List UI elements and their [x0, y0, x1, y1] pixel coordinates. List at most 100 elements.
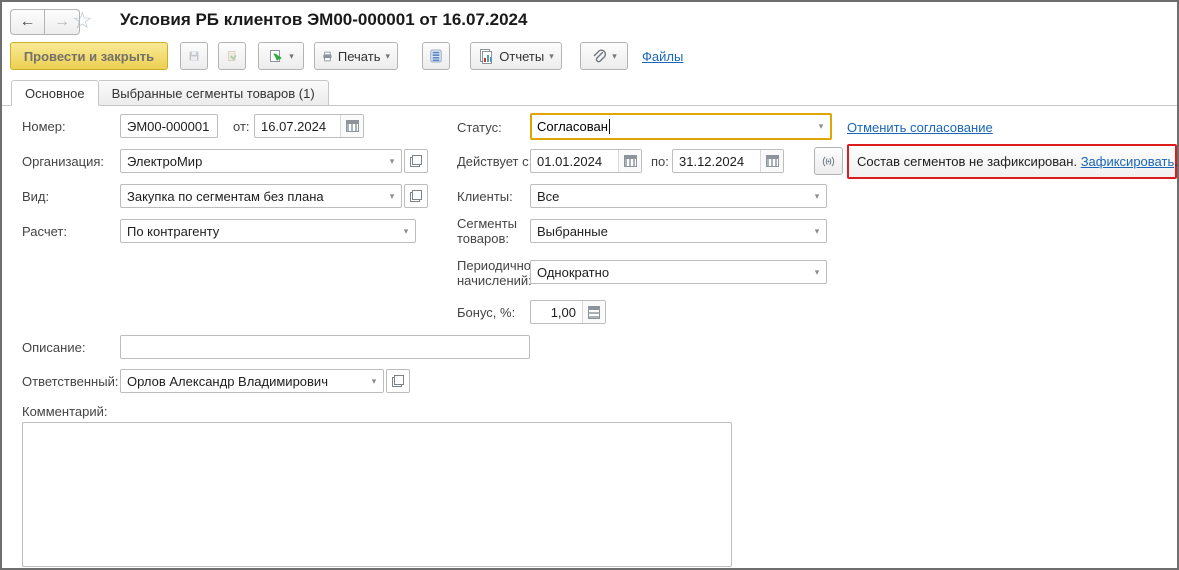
document-window: ← → ☆ Условия РБ клиентов ЭМ00-000001 от…: [0, 0, 1179, 570]
segments-value: Выбранные: [531, 220, 808, 242]
kind-field[interactable]: Закупка по сегментам без плана ▾: [120, 184, 402, 208]
combo-arrow-icon[interactable]: ▾: [383, 185, 401, 207]
calendar-icon: [624, 155, 637, 167]
calendar-icon: [766, 155, 779, 167]
comment-label: Комментарий:: [22, 404, 108, 419]
kind-value: Закупка по сегментам без плана: [121, 185, 383, 207]
post-and-close-button[interactable]: Провести и закрыть: [10, 42, 168, 70]
number-input[interactable]: [120, 114, 218, 138]
paperclip-icon: [591, 48, 607, 64]
tab-bar: Основное Выбранные сегменты товаров (1): [2, 80, 1177, 106]
combo-arrow-icon[interactable]: ▾: [808, 261, 826, 283]
reports-label: Отчеты: [499, 49, 544, 64]
number-label: Номер:: [22, 119, 66, 134]
status-input[interactable]: Согласован ▾: [530, 113, 832, 140]
clients-value: Все: [531, 185, 808, 207]
periodicity-value: Однократно: [531, 261, 808, 283]
forward-icon: →: [54, 13, 70, 31]
combo-arrow-icon[interactable]: ▾: [365, 370, 383, 392]
report-icon: [478, 48, 494, 64]
reports-button[interactable]: Отчеты ▾: [470, 42, 562, 70]
kind-label: Вид:: [22, 189, 49, 204]
tab-selected-segments[interactable]: Выбранные сегменты товаров (1): [99, 80, 329, 106]
valid-from-label: Действует с:: [457, 154, 532, 169]
calculation-field[interactable]: По контрагенту ▾: [120, 219, 416, 243]
dropdown-icon: ▾: [385, 51, 390, 62]
document-date-value: 16.07.2024: [255, 115, 340, 137]
attachments-button[interactable]: ▾: [580, 42, 628, 70]
calendar-button[interactable]: [760, 150, 783, 172]
back-icon: ←: [20, 13, 36, 31]
periodicity-label: Периодичность начислений:: [457, 258, 533, 288]
create-based-on-icon: [268, 48, 284, 64]
valid-to-value: 31.12.2024: [673, 150, 760, 172]
clients-label: Клиенты:: [457, 189, 513, 204]
calendar-button[interactable]: [340, 115, 363, 137]
create-based-on-button[interactable]: ▾: [258, 42, 304, 70]
combo-arrow-icon[interactable]: ▾: [808, 185, 826, 207]
post-document-icon: [226, 48, 238, 64]
period-icon: [822, 154, 835, 169]
calculator-icon: [588, 306, 600, 319]
number-date-label: от:: [233, 119, 250, 134]
cancel-approval-link[interactable]: Отменить согласование: [847, 120, 993, 135]
valid-from-value: 01.01.2024: [531, 150, 618, 172]
open-icon: [410, 190, 422, 202]
fix-notice-text: Состав сегментов не зафиксирован.: [857, 154, 1077, 169]
responsible-value: Орлов Александр Владимирович: [121, 370, 365, 392]
kind-open-button[interactable]: [404, 184, 428, 208]
document-date-field[interactable]: 16.07.2024: [254, 114, 364, 138]
tab-main[interactable]: Основное: [11, 80, 99, 106]
open-icon: [410, 155, 422, 167]
calendar-icon: [346, 120, 359, 132]
printer-icon: [322, 49, 333, 64]
organization-label: Организация:: [22, 154, 104, 169]
register-records-button[interactable]: [422, 42, 450, 70]
organization-field[interactable]: ЭлектроМир ▾: [120, 149, 402, 173]
bonus-label: Бонус, %:: [457, 305, 515, 320]
status-label: Статус:: [457, 120, 502, 135]
organization-value: ЭлектроМир: [121, 150, 383, 172]
clients-field[interactable]: Все ▾: [530, 184, 827, 208]
responsible-field[interactable]: Орлов Александр Владимирович ▾: [120, 369, 384, 393]
bonus-value: 1,00: [531, 301, 582, 323]
valid-to-field[interactable]: 31.12.2024: [672, 149, 784, 173]
status-value: Согласован: [537, 119, 608, 134]
valid-to-label: по:: [651, 154, 669, 169]
description-input[interactable]: [120, 335, 530, 359]
comment-input[interactable]: [22, 422, 732, 567]
combo-arrow-icon[interactable]: ▾: [397, 220, 415, 242]
save-button[interactable]: [180, 42, 208, 70]
page-title: Условия РБ клиентов ЭМ00-000001 от 16.07…: [120, 10, 527, 30]
text-cursor: [609, 119, 610, 134]
calculator-button[interactable]: [582, 301, 605, 323]
fix-notice-suffix: .: [1174, 154, 1178, 169]
segments-field[interactable]: Выбранные ▾: [530, 219, 827, 243]
dropdown-icon: ▾: [549, 51, 554, 62]
period-button[interactable]: [814, 147, 843, 175]
combo-arrow-icon[interactable]: ▾: [812, 115, 830, 138]
valid-from-field[interactable]: 01.01.2024: [530, 149, 642, 173]
combo-arrow-icon[interactable]: ▾: [383, 150, 401, 172]
files-link[interactable]: Файлы: [642, 49, 683, 64]
open-icon: [392, 375, 404, 387]
bonus-input[interactable]: 1,00: [530, 300, 606, 324]
calendar-button[interactable]: [618, 150, 641, 172]
print-label: Печать: [338, 49, 381, 64]
nav-buttons: ← →: [10, 9, 80, 35]
print-button[interactable]: Печать ▾: [314, 42, 398, 70]
post-document-button[interactable]: [218, 42, 246, 70]
floppy-icon: [188, 48, 200, 64]
register-records-icon: [430, 48, 442, 64]
combo-arrow-icon[interactable]: ▾: [808, 220, 826, 242]
calculation-value: По контрагенту: [121, 220, 397, 242]
favorite-star-icon[interactable]: ☆: [72, 7, 93, 34]
calculation-label: Расчет:: [22, 224, 67, 239]
fix-link[interactable]: Зафиксировать: [1081, 154, 1175, 169]
fix-notice: Состав сегментов не зафиксирован. Зафикс…: [847, 144, 1177, 179]
organization-open-button[interactable]: [404, 149, 428, 173]
segments-label: Сегменты товаров:: [457, 216, 527, 246]
periodicity-field[interactable]: Однократно ▾: [530, 260, 827, 284]
responsible-open-button[interactable]: [386, 369, 410, 393]
nav-back-button[interactable]: ←: [10, 9, 45, 35]
